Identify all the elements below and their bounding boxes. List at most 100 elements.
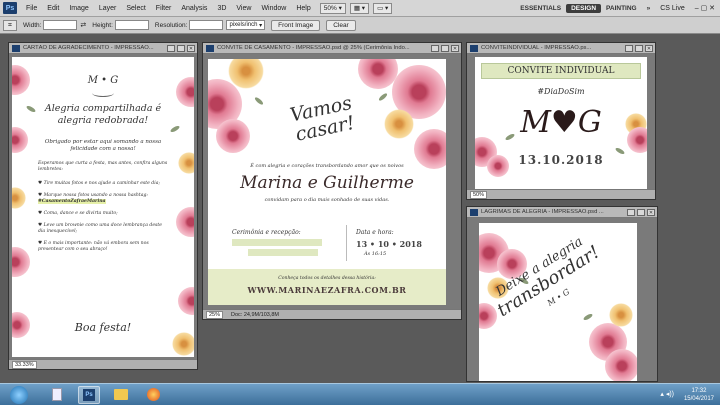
maximize-icon[interactable] (177, 44, 185, 52)
height-input[interactable] (114, 20, 149, 30)
list-item: ♥ Leve um brownie como uma doce lembranç… (38, 223, 162, 234)
menu-file[interactable]: File (21, 5, 42, 12)
divider (346, 225, 347, 261)
maximize-icon[interactable] (637, 208, 645, 216)
flower-decoration (12, 187, 26, 209)
flower-decoration (605, 349, 637, 381)
taskbar-document-icon[interactable] (46, 386, 68, 404)
hashtag-highlight: #CasamentoZafraeMarina (38, 199, 106, 204)
hashtag: #DiaDoSim (537, 87, 585, 96)
window-title-bar[interactable]: CARTÃO DE AGRADECIMENTO - IMPRESSÃO... ✕ (9, 43, 197, 54)
width-label: Width: (23, 21, 42, 29)
tray-icons[interactable]: ▴ ◂)) (660, 390, 674, 398)
taskbar-firefox-icon[interactable] (142, 386, 164, 404)
canvas-tears-of-joy[interactable]: Deixe a alegria transbordar! M • G (479, 223, 637, 381)
canvas-wedding-invitation[interactable]: Vamos casar! É com alegria e corações tr… (208, 59, 446, 305)
cs-live-label: CS Live (660, 4, 685, 12)
list-item: ♥ Tire muitas fotos e nos ajude a caminh… (38, 181, 160, 186)
vamos-casar-text: Vamos casar! (288, 91, 357, 146)
height-label: Height: (92, 21, 113, 29)
close-icon[interactable]: ✕ (645, 44, 653, 52)
menu-layer[interactable]: Layer (94, 5, 122, 12)
menu-view[interactable]: View (231, 5, 256, 12)
window-controls[interactable]: – ▢ ✕ (690, 4, 720, 12)
start-button[interactable] (10, 386, 28, 404)
minimize-icon[interactable] (167, 44, 175, 52)
crop-tool-icon[interactable]: ⌗ (3, 19, 17, 31)
maximize-icon[interactable] (635, 44, 643, 52)
document-window-tears-of-joy[interactable]: LÁGRIMAS DE ALEGRIA - IMPRESSÃO.psd ... … (466, 206, 658, 382)
zoom-select[interactable]: 50% ▾ (319, 2, 346, 14)
canvas-individual-invitation[interactable]: CONVITE INDIVIDUAL #DiaDoSim M♥G 13.10.2… (475, 57, 647, 191)
list-item: ♥ Coma, dance e se divirta muito; (38, 211, 118, 216)
menu-edit[interactable]: Edit (42, 5, 64, 12)
document-window-thank-you-card[interactable]: CARTÃO DE AGRADECIMENTO - IMPRESSÃO... ✕… (8, 42, 198, 370)
monogram: M • G (87, 75, 119, 86)
swap-icon[interactable]: ⇄ (80, 21, 86, 29)
workspace-design[interactable]: DESIGN (566, 3, 602, 13)
close-icon[interactable]: ✕ (451, 44, 459, 52)
clear-button[interactable]: Clear (326, 19, 356, 31)
menu-bar: Ps File Edit Image Layer Select Filter A… (0, 0, 720, 17)
flower-decoration (12, 247, 30, 277)
flower-decoration (172, 332, 194, 356)
menu-filter[interactable]: Filter (151, 5, 177, 12)
menu-help[interactable]: Help (291, 5, 315, 12)
resolution-unit-value: pixels/inch (229, 22, 258, 28)
menu-image[interactable]: Image (64, 5, 93, 12)
menu-window[interactable]: Window (256, 5, 291, 12)
minimize-icon[interactable] (627, 208, 635, 216)
workspace-painting[interactable]: PAINTING (601, 4, 642, 13)
close-icon[interactable]: ✕ (647, 208, 655, 216)
window-title-bar[interactable]: CONVITE DE CASAMENTO - IMPRESSÃO.psd @ 2… (203, 43, 461, 54)
window-title-bar[interactable]: LÁGRIMAS DE ALEGRIA - IMPRESSÃO.psd ... … (467, 207, 657, 218)
close-icon[interactable]: ✕ (187, 44, 195, 52)
window-title: CONVITE DE CASAMENTO - IMPRESSÃO.psd @ 2… (217, 45, 410, 51)
workspace-more[interactable]: » (642, 4, 656, 13)
clock[interactable]: 17:32 15/04/2017 (684, 387, 714, 403)
clock-time: 17:32 (691, 388, 707, 394)
flower-decoration (216, 119, 250, 153)
reminders-list: ♥ Tire muitas fotos e nos ajude a caminh… (38, 181, 166, 259)
document-window-individual-invitation[interactable]: CONVITEINDIVIDUAL - IMPRESSÃO.ps... ✕ CO… (466, 42, 656, 200)
status-bar: 33.33% (9, 359, 197, 369)
leaf-decoration (253, 96, 265, 106)
options-bar: ⌗ Width: ⇄ Height: Resolution: pixels/in… (0, 17, 720, 34)
ceremony-placeholder (232, 239, 322, 246)
ceremony-label: Cerimônia e recepção: (232, 229, 301, 236)
zoom-value: 50% (323, 4, 337, 12)
menu-3d[interactable]: 3D (212, 5, 231, 12)
event-time: Às 16:15 (364, 251, 387, 257)
front-image-button[interactable]: Front Image (271, 19, 321, 31)
flower-decoration (178, 287, 194, 315)
document-window-wedding-invitation[interactable]: CONVITE DE CASAMENTO - IMPRESSÃO.psd @ 2… (202, 42, 462, 320)
canvas-thank-you-card[interactable]: M • G Alegria compartilhada é alegria re… (12, 57, 194, 357)
flower-decoration (12, 127, 28, 153)
screen-mode-button[interactable]: ▭ ▾ (373, 2, 393, 14)
cs-live-button[interactable]: CS Live (655, 5, 690, 12)
width-input[interactable] (43, 20, 78, 30)
list-item: ♥ Marque nossa fotos usando a nossa hash… (38, 193, 148, 204)
footer-band: Conheça todos os detalhes dessa história… (208, 269, 446, 305)
minimize-icon[interactable] (625, 44, 633, 52)
resolution-unit-select[interactable]: pixels/inch ▾ (226, 20, 266, 30)
arrange-documents-button[interactable]: ▦ ▾ (349, 2, 370, 14)
taskbar: Ps ▴ ◂)) 17:32 15/04/2017 (0, 383, 720, 405)
window-title-bar[interactable]: CONVITEINDIVIDUAL - IMPRESSÃO.ps... ✕ (467, 43, 655, 54)
resolution-input[interactable] (189, 20, 224, 30)
date-label: Data e hora: (356, 229, 394, 236)
invitation-line-2: convidam para o dia mais sonhado de suas… (264, 197, 390, 203)
closing-text: Boa festa! (74, 321, 132, 334)
menu-select[interactable]: Select (121, 5, 150, 12)
zoom-field[interactable]: 33.33% (12, 360, 37, 369)
taskbar-folder-icon[interactable] (110, 386, 132, 404)
zoom-field[interactable]: 25% (206, 310, 224, 319)
maximize-icon[interactable] (441, 44, 449, 52)
zoom-field[interactable]: 50% (470, 190, 488, 199)
menu-analysis[interactable]: Analysis (176, 5, 212, 12)
individual-invitation-header: CONVITE INDIVIDUAL (481, 63, 641, 79)
taskbar-photoshop-icon[interactable]: Ps (78, 386, 100, 404)
workspace-essentials[interactable]: ESSENTIALS (515, 4, 566, 13)
minimize-icon[interactable] (431, 44, 439, 52)
photoshop-logo: Ps (3, 2, 17, 14)
